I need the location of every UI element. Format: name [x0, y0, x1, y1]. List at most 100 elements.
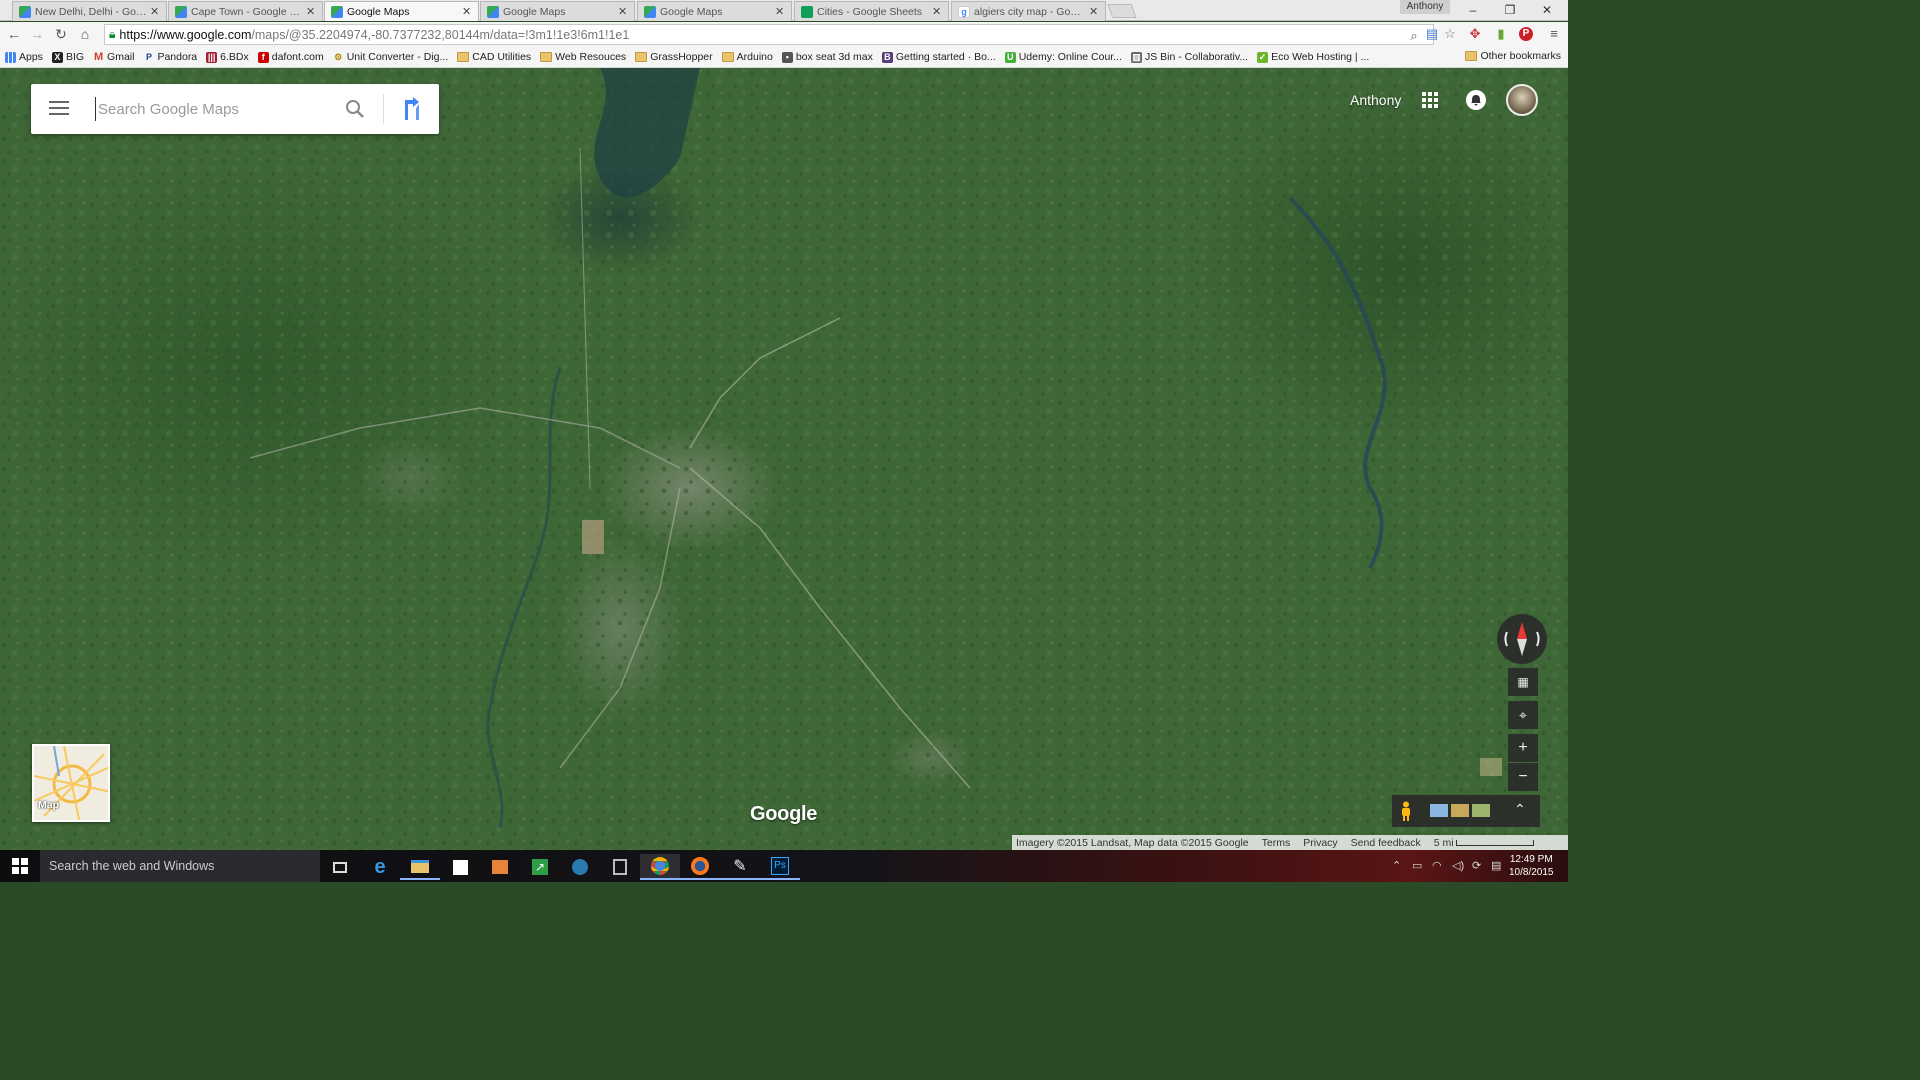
bookmark-big[interactable]: X BIG	[51, 51, 84, 63]
bookmark-jsbin[interactable]: ▥ JS Bin - Collaborativ...	[1130, 51, 1248, 63]
close-tab-icon[interactable]: ✕	[306, 5, 316, 18]
tab-cape-town[interactable]: Cape Town - Google Map ✕	[168, 1, 323, 21]
tilt-view-button[interactable]: ▦	[1508, 668, 1538, 696]
bookmark-folder-cad[interactable]: CAD Utilities	[457, 51, 531, 63]
tab-google-sheets[interactable]: Cities - Google Sheets ✕	[794, 1, 949, 21]
map-view-toggle[interactable]: Map	[32, 744, 110, 822]
imagery-thumb-icon[interactable]	[1451, 804, 1469, 817]
bookmark-label: dafont.com	[271, 51, 324, 63]
minimize-button[interactable]: –	[1458, 2, 1488, 18]
extension-icon[interactable]: ✥	[1467, 26, 1483, 42]
close-tab-icon[interactable]: ✕	[775, 5, 785, 18]
directions-icon[interactable]	[399, 96, 425, 122]
forward-button[interactable]: →	[28, 25, 46, 43]
bookmark-apps[interactable]: Apps	[5, 51, 43, 63]
menu-icon[interactable]: ≡	[1546, 26, 1562, 42]
pegman-icon[interactable]	[1400, 801, 1412, 821]
bookmark-gmail[interactable]: M Gmail	[93, 50, 135, 63]
scale-label[interactable]: 5 mi	[1434, 837, 1454, 849]
bookmark-folder-grasshopper[interactable]: GrassHopper	[635, 51, 713, 63]
account-name[interactable]: Anthony	[1350, 92, 1401, 108]
unknown-app-icon[interactable]	[600, 854, 640, 880]
terms-link[interactable]: Terms	[1262, 837, 1291, 849]
close-tab-icon[interactable]: ✕	[150, 5, 160, 18]
url-host: https://www.google.com	[119, 27, 252, 42]
hamburger-menu-icon[interactable]	[49, 101, 69, 117]
star-bookmark-icon[interactable]: ☆	[1442, 26, 1458, 42]
my-location-icon[interactable]: ⌖	[1508, 701, 1538, 729]
bookmark-unit-converter[interactable]: ⚙ Unit Converter - Dig...	[333, 51, 448, 63]
close-tab-icon[interactable]: ✕	[462, 5, 472, 18]
close-tab-icon[interactable]: ✕	[618, 5, 628, 18]
taskbar-clock[interactable]: 12:49 PM 10/8/2015	[1509, 853, 1554, 879]
back-button[interactable]: ←	[5, 25, 23, 43]
battery-icon[interactable]: ▭	[1412, 859, 1422, 872]
other-bookmarks[interactable]: Other bookmarks	[1465, 50, 1561, 62]
stocks-icon[interactable]: ↗	[520, 854, 560, 880]
close-window-button[interactable]: ✕	[1532, 2, 1562, 18]
page-icon[interactable]: ▤	[1424, 26, 1440, 42]
imagery-thumb-icon[interactable]	[1472, 804, 1490, 817]
imagery-thumb-icon[interactable]	[1430, 804, 1448, 817]
tab-google-maps-active[interactable]: Google Maps ✕	[324, 1, 479, 21]
maps-search-box	[31, 84, 439, 134]
tab-google-maps[interactable]: Google Maps ✕	[637, 1, 792, 21]
home-button[interactable]: ⌂	[76, 25, 94, 43]
gmail-icon: M	[93, 50, 104, 63]
media-player-icon[interactable]	[480, 854, 520, 880]
new-tab-button[interactable]	[1107, 4, 1137, 18]
firefox-icon[interactable]	[680, 854, 720, 880]
compass-control[interactable]	[1497, 614, 1547, 664]
close-tab-icon[interactable]: ✕	[1089, 5, 1099, 18]
zoom-icon[interactable]: ⌕	[1406, 28, 1422, 44]
taskbar-search-box[interactable]: Search the web and Windows	[40, 850, 320, 882]
close-tab-icon[interactable]: ✕	[932, 5, 942, 18]
pen-app-icon[interactable]: ✎	[720, 854, 760, 880]
restore-button[interactable]: ❐	[1495, 2, 1525, 18]
network-app-icon[interactable]	[560, 854, 600, 880]
tab-google-maps[interactable]: Google Maps ✕	[480, 1, 635, 21]
bookmark-pandora[interactable]: P Pandora	[143, 51, 197, 63]
chrome-icon[interactable]	[640, 854, 680, 880]
send-feedback-link[interactable]: Send feedback	[1351, 837, 1421, 849]
notifications-bell-icon[interactable]	[1466, 90, 1486, 110]
bookmark-bootstrap[interactable]: B Getting started · Bo...	[881, 51, 996, 63]
zoom-out-button[interactable]: −	[1508, 763, 1538, 791]
store-icon[interactable]	[440, 854, 480, 880]
bookmark-edx[interactable]: ||| 6.BDx	[206, 51, 249, 63]
screen: New Delhi, Delhi - Google ✕ Cape Town - …	[0, 0, 1568, 882]
profile-button[interactable]: Anthony	[1400, 0, 1450, 14]
file-explorer-icon[interactable]	[400, 854, 440, 880]
pinterest-icon[interactable]: P	[1519, 27, 1533, 41]
address-bar[interactable]: 🔒︎ https://www.google.com/maps/@35.22049…	[104, 24, 1434, 45]
volume-icon[interactable]: ◁)	[1452, 859, 1464, 872]
privacy-link[interactable]: Privacy	[1303, 837, 1337, 849]
search-input[interactable]	[95, 97, 325, 121]
photoshop-icon[interactable]: Ps	[760, 854, 800, 880]
edge-icon[interactable]: e	[360, 854, 400, 880]
chevron-up-icon[interactable]: ⌃	[1392, 859, 1401, 872]
bookmark-box-seat[interactable]: ▪ box seat 3d max	[781, 51, 873, 63]
sync-icon[interactable]: ⟳	[1472, 859, 1481, 872]
bookmark-folder-arduino[interactable]: Arduino	[721, 51, 773, 63]
google-apps-grid-icon[interactable]	[1422, 92, 1438, 108]
bookmark-udemy[interactable]: U Udemy: Online Cour...	[1004, 51, 1122, 63]
bookmark-eco-hosting[interactable]: ✓ Eco Web Hosting | ...	[1257, 51, 1369, 63]
bookmark-folder-web[interactable]: Web Resouces	[540, 51, 626, 63]
zoom-in-button[interactable]: +	[1508, 734, 1538, 762]
task-view-icon[interactable]	[320, 854, 360, 880]
bookmark-dafont[interactable]: f dafont.com	[257, 51, 324, 63]
reload-button[interactable]: ↻	[52, 25, 70, 43]
avatar[interactable]	[1506, 84, 1538, 116]
search-icon[interactable]	[343, 97, 367, 121]
extension-icon[interactable]: ▮	[1493, 26, 1509, 42]
windows-start-icon[interactable]	[12, 858, 28, 874]
browser-toolbar: ← → ↻ ⌂ 🔒︎ https://www.google.com/maps/@…	[0, 22, 1568, 47]
tab-google-search[interactable]: g algiers city map - Google ✕	[951, 1, 1106, 21]
satellite-map-canvas[interactable]: Anthony ▦ ⌖ + − ⌃	[0, 68, 1568, 850]
chevron-up-icon[interactable]: ⌃	[1514, 801, 1526, 818]
network-icon[interactable]: ◠	[1432, 859, 1442, 872]
tab-new-delhi[interactable]: New Delhi, Delhi - Google ✕	[12, 1, 167, 21]
tab-label: Cities - Google Sheets	[817, 5, 923, 18]
action-center-icon[interactable]: ▤	[1491, 859, 1501, 872]
